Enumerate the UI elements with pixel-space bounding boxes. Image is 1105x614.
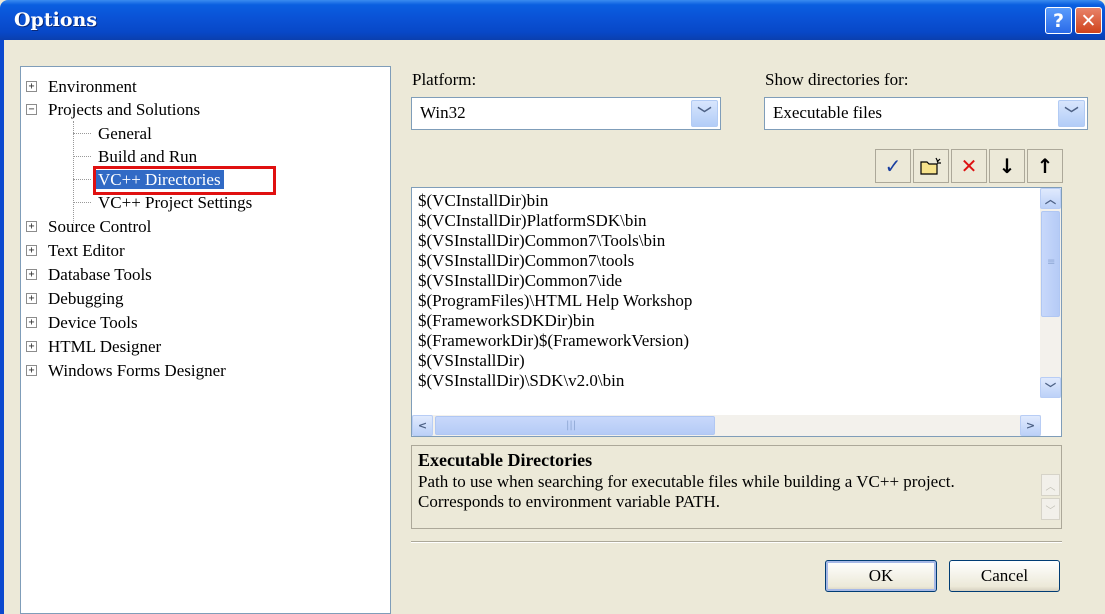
platform-label: Platform:: [412, 70, 477, 89]
title-bar[interactable]: Options ? ✕: [0, 0, 1105, 40]
cancel-button[interactable]: Cancel: [949, 560, 1060, 592]
list-item[interactable]: $(VCInstallDir)bin: [418, 191, 548, 211]
options-tree[interactable]: + Environment − Projects and Solutions G…: [20, 66, 391, 614]
arrow-up-icon: ↑: [1036, 154, 1054, 178]
chevron-down-icon[interactable]: ﹀: [691, 100, 718, 127]
new-folder-button[interactable]: [913, 149, 949, 183]
move-up-button[interactable]: ↑: [1027, 149, 1063, 183]
tree-connector: [73, 156, 91, 157]
window-title: Options: [14, 9, 98, 31]
list-item[interactable]: $(VCInstallDir)PlatformSDK\bin: [418, 211, 647, 231]
move-down-button[interactable]: ↓: [989, 149, 1025, 183]
scroll-up-icon[interactable]: ︿: [1040, 188, 1061, 209]
close-button[interactable]: ✕: [1075, 7, 1102, 34]
expand-icon[interactable]: +: [26, 221, 37, 232]
separator: [411, 541, 1062, 543]
highlight-annotation: [93, 166, 276, 195]
tree-item-label: VC++ Project Settings: [98, 193, 253, 212]
help-icon: ?: [1052, 9, 1065, 32]
scroll-left-icon[interactable]: <: [412, 415, 433, 436]
directory-list[interactable]: $(VCInstallDir)bin $(VCInstallDir)Platfo…: [411, 187, 1062, 437]
scroll-right-icon[interactable]: >: [1020, 415, 1041, 436]
collapse-icon[interactable]: −: [26, 104, 37, 115]
tree-item-label: Build and Run: [98, 147, 198, 166]
tree-item-label: Database Tools: [48, 265, 152, 284]
delete-button[interactable]: ✕: [951, 149, 987, 183]
tree-item-label: Environment: [48, 77, 137, 96]
tree-connector: [73, 179, 91, 180]
chevron-down-icon[interactable]: ﹀: [1058, 100, 1085, 127]
description-panel: Executable Directories Path to use when …: [411, 445, 1062, 529]
scroll-down-icon[interactable]: ﹀: [1040, 377, 1061, 398]
expand-icon[interactable]: +: [26, 245, 37, 256]
close-icon: ✕: [1080, 9, 1097, 32]
show-directories-label: Show directories for:: [765, 70, 909, 89]
list-item[interactable]: $(VSInstallDir)Common7\tools: [418, 251, 634, 271]
list-item[interactable]: $(FrameworkDir)$(FrameworkVersion): [418, 331, 689, 351]
list-item[interactable]: $(FrameworkSDKDir)bin: [418, 311, 595, 331]
tree-item-label: Projects and Solutions: [48, 100, 201, 119]
list-item[interactable]: $(VSInstallDir)Common7\ide: [418, 271, 622, 291]
tree-item-label: Debugging: [48, 289, 124, 308]
vertical-scroll-thumb[interactable]: ≡: [1041, 211, 1060, 317]
show-directories-value: Executable files: [773, 103, 883, 122]
platform-value: Win32: [420, 103, 466, 122]
expand-icon[interactable]: +: [26, 365, 37, 376]
tree-item-label: Source Control: [48, 217, 152, 236]
expand-icon[interactable]: +: [26, 81, 37, 92]
ok-button[interactable]: OK: [825, 560, 937, 592]
grip-icon: |||: [566, 420, 577, 431]
tree-item-label: Text Editor: [48, 241, 125, 260]
check-button[interactable]: ✓: [875, 149, 911, 183]
tree-item-label: HTML Designer: [48, 337, 162, 356]
expand-icon[interactable]: +: [26, 317, 37, 328]
description-text: Path to use when searching for executabl…: [418, 472, 955, 511]
platform-select[interactable]: Win32 ﹀: [411, 97, 721, 130]
description-title: Executable Directories: [418, 450, 593, 470]
tree-connector: [73, 121, 74, 223]
tree-item-build-and-run[interactable]: Build and Run: [98, 145, 197, 168]
options-dialog: Options ? ✕ + Environment − Projects and…: [0, 0, 1105, 614]
tree-item-label: General: [98, 124, 152, 143]
list-item[interactable]: $(VSInstallDir)\SDK\v2.0\bin: [418, 371, 624, 391]
tree-item-label: Device Tools: [48, 313, 138, 332]
window-left-border: [0, 40, 4, 614]
list-item[interactable]: $(ProgramFiles)\HTML Help Workshop: [418, 291, 692, 311]
expand-icon[interactable]: +: [26, 341, 37, 352]
horizontal-scroll-thumb[interactable]: |||: [435, 416, 715, 435]
tree-connector: [73, 202, 91, 203]
tree-connector: [73, 133, 91, 134]
show-directories-select[interactable]: Executable files ﹀: [764, 97, 1088, 130]
scroll-up-icon: ︿: [1041, 474, 1060, 496]
list-item[interactable]: $(VSInstallDir)Common7\Tools\bin: [418, 231, 665, 251]
arrow-down-icon: ↓: [998, 154, 1016, 178]
scroll-down-icon: ﹀: [1041, 498, 1060, 520]
expand-icon[interactable]: +: [26, 269, 37, 280]
grip-icon: ≡: [1047, 257, 1056, 268]
new-folder-icon: [920, 157, 941, 175]
expand-icon[interactable]: +: [26, 293, 37, 304]
tree-item-label: Windows Forms Designer: [48, 361, 226, 380]
horizontal-scrollbar[interactable]: < ||| >: [412, 415, 1041, 436]
delete-icon: ✕: [960, 154, 978, 178]
help-button[interactable]: ?: [1045, 7, 1072, 34]
list-item[interactable]: $(VSInstallDir): [418, 351, 525, 371]
checkmark-icon: ✓: [884, 154, 902, 178]
tree-item-general[interactable]: General: [98, 122, 152, 145]
vertical-scrollbar[interactable]: ︿ ≡ ﹀: [1040, 188, 1061, 398]
